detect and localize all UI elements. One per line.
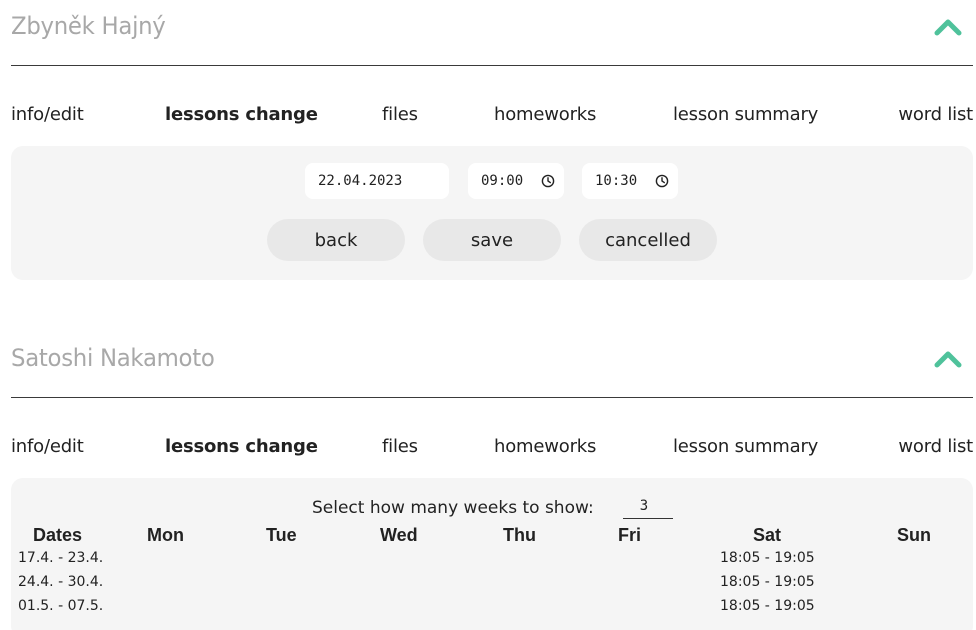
schedule-panel: Select how many weeks to show: 3 Dates M…	[11, 478, 973, 630]
collapse-chevron-up-icon[interactable]	[933, 348, 963, 370]
table-row: 01.5. - 07.5. 18:05 - 19:05	[11, 598, 973, 620]
cancelled-button[interactable]: cancelled	[579, 219, 717, 261]
column-header-thu: Thu	[503, 525, 536, 545]
tab-files[interactable]: files	[382, 104, 418, 125]
student-name: Zbyněk Hajný	[11, 12, 166, 40]
student-tabs: info/edit lessons change files homeworks…	[11, 436, 973, 460]
tab-lessons-change[interactable]: lessons change	[165, 104, 318, 125]
tab-files[interactable]: files	[382, 436, 418, 457]
start-time-input[interactable]: 09:00	[468, 163, 564, 199]
column-header-mon: Mon	[147, 525, 184, 545]
save-button[interactable]: save	[423, 219, 561, 261]
tab-info-edit[interactable]: info/edit	[11, 104, 84, 125]
tab-homeworks[interactable]: homeworks	[494, 436, 596, 457]
lesson-slot[interactable]: 18:05 - 19:05	[720, 598, 815, 614]
tab-word-list[interactable]: word list	[898, 436, 973, 457]
student-header: Zbyněk Hajný	[11, 12, 973, 42]
end-time-input[interactable]: 10:30	[582, 163, 678, 199]
back-button[interactable]: back	[267, 219, 405, 261]
start-time-value: 09:00	[481, 173, 524, 189]
column-header-fri: Fri	[618, 525, 642, 545]
weeks-input[interactable]: 3	[623, 498, 673, 519]
collapse-chevron-up-icon[interactable]	[933, 16, 963, 38]
clock-icon[interactable]	[541, 174, 555, 188]
column-header-sun: Sun	[897, 525, 931, 545]
column-header-sat: Sat	[753, 525, 782, 545]
weeks-selector: Select how many weeks to show: 3	[11, 498, 973, 520]
column-header-tue: Tue	[266, 525, 297, 545]
lesson-change-panel: 22.04.2023 09:00 10:30 back save cancell…	[11, 146, 973, 280]
weeks-label: Select how many weeks to show:	[312, 498, 594, 518]
tab-lessons-change[interactable]: lessons change	[165, 436, 318, 457]
column-header-wed: Wed	[380, 525, 418, 545]
student-name: Satoshi Nakamoto	[11, 344, 215, 372]
tab-info-edit[interactable]: info/edit	[11, 436, 84, 457]
tab-homeworks[interactable]: homeworks	[494, 104, 596, 125]
week-dates: 01.5. - 07.5.	[18, 598, 104, 614]
table-row: 24.4. - 30.4. 18:05 - 19:05	[11, 574, 973, 596]
tab-word-list[interactable]: word list	[898, 104, 973, 125]
lesson-slot[interactable]: 18:05 - 19:05	[720, 550, 815, 566]
tab-lesson-summary[interactable]: lesson summary	[673, 436, 818, 457]
lesson-slot[interactable]: 18:05 - 19:05	[720, 574, 815, 590]
tab-lesson-summary[interactable]: lesson summary	[673, 104, 818, 125]
table-row: 17.4. - 23.4. 18:05 - 19:05	[11, 550, 973, 572]
end-time-value: 10:30	[595, 173, 638, 189]
date-value: 22.04.2023	[318, 173, 403, 189]
section-divider	[11, 65, 973, 66]
week-dates: 17.4. - 23.4.	[18, 550, 104, 566]
section-divider	[11, 397, 973, 398]
student-header: Satoshi Nakamoto	[11, 344, 973, 374]
week-dates: 24.4. - 30.4.	[18, 574, 104, 590]
date-input[interactable]: 22.04.2023	[305, 163, 449, 199]
student-tabs: info/edit lessons change files homeworks…	[11, 104, 973, 128]
column-header-dates: Dates	[33, 525, 83, 545]
clock-icon[interactable]	[655, 174, 669, 188]
